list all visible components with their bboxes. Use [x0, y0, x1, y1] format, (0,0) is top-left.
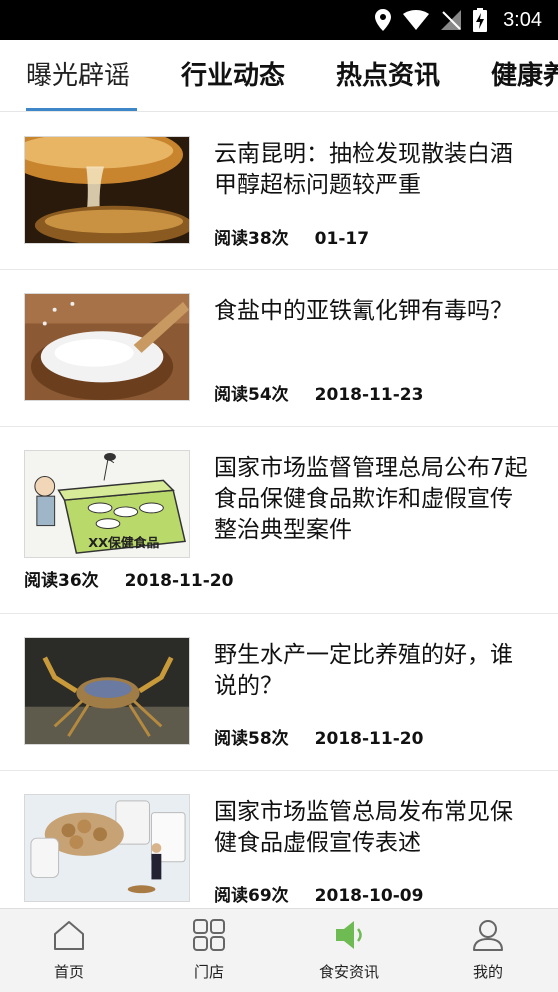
- publish-date: 01-17: [314, 229, 370, 249]
- status-bar: 3:04: [0, 0, 558, 40]
- nav-profile[interactable]: 我的: [438, 909, 538, 992]
- article-thumbnail: [24, 794, 190, 902]
- speaker-icon: [333, 919, 365, 951]
- active-tab-indicator: [26, 108, 137, 111]
- tab-exposure-rumor[interactable]: 曝光辟谣: [26, 40, 130, 111]
- publish-date: 2018-11-20: [314, 729, 424, 749]
- no-signal-icon: [441, 10, 462, 30]
- tab-hot-news[interactable]: 热点资讯: [336, 40, 440, 111]
- home-icon: [53, 919, 85, 951]
- publish-date: 2018-11-20: [124, 571, 234, 591]
- read-count: 阅读58次: [214, 729, 289, 749]
- read-count: 阅读38次: [214, 229, 289, 249]
- article-title[interactable]: 国家市场监督管理总局公布7起食品保健食品欺诈和虚假宣传整治典型案件: [214, 453, 530, 546]
- article-meta: 阅读69次 2018-10-09: [214, 881, 423, 906]
- nav-label: 食安资讯: [318, 963, 379, 981]
- status-icons: 3:04: [375, 0, 542, 40]
- nav-home[interactable]: 首页: [19, 909, 119, 992]
- article-thumbnail: XX保健食品: [24, 450, 190, 558]
- article-meta: 阅读54次 2018-11-23: [214, 380, 423, 405]
- location-icon: [375, 9, 392, 31]
- clock: 3:04: [503, 8, 542, 31]
- article-meta: 阅读38次 01-17: [214, 224, 369, 249]
- article-meta: 阅读36次 2018-11-20: [24, 566, 233, 591]
- battery-charging-icon: [473, 8, 488, 32]
- nav-food-safety-news[interactable]: 食安资讯: [299, 909, 399, 992]
- publish-date: 2018-11-23: [314, 385, 424, 405]
- article-title[interactable]: 食盐中的亚铁氰化钾有毒吗？: [214, 296, 530, 327]
- article-item[interactable]: 食盐中的亚铁氰化钾有毒吗？ 阅读54次 2018-11-23: [0, 270, 558, 427]
- article-thumbnail: [24, 637, 190, 745]
- nav-label: 门店: [193, 963, 224, 981]
- read-count: 阅读69次: [214, 886, 289, 906]
- category-tabs: 曝光辟谣 行业动态 热点资讯 健康养: [0, 40, 558, 112]
- publish-date: 2018-10-09: [314, 886, 424, 906]
- grid-icon: [193, 919, 225, 951]
- read-count: 阅读54次: [214, 385, 289, 405]
- article-title[interactable]: 国家市场监管总局发布常见保健食品虚假宣传表述: [214, 797, 530, 859]
- article-meta: 阅读58次 2018-11-20: [214, 724, 423, 749]
- read-count: 阅读36次: [24, 571, 99, 591]
- article-title[interactable]: 野生水产一定比养殖的好，谁说的？: [214, 640, 530, 702]
- article-item[interactable]: XX保健食品 国家市场监督管理总局公布7起食品保健食品欺诈和虚假宣传整治典型案件…: [0, 427, 558, 614]
- article-thumbnail: [24, 136, 190, 244]
- article-item[interactable]: 云南昆明：抽检发现散装白酒甲醇超标问题较严重 阅读38次 01-17: [0, 112, 558, 270]
- tab-industry-news[interactable]: 行业动态: [181, 40, 285, 111]
- nav-label: 首页: [53, 963, 84, 981]
- article-thumbnail: [24, 293, 190, 401]
- nav-stores[interactable]: 门店: [159, 909, 259, 992]
- article-item[interactable]: 野生水产一定比养殖的好，谁说的？ 阅读58次 2018-11-20: [0, 614, 558, 771]
- wifi-icon: [403, 10, 430, 30]
- tab-health[interactable]: 健康养: [491, 40, 558, 111]
- thumbnail-caption: XX保健食品: [88, 535, 159, 551]
- bottom-navigation: 首页 门店 食安资讯 我的: [0, 908, 558, 992]
- nav-label: 我的: [472, 963, 503, 981]
- user-icon: [472, 919, 504, 951]
- article-title[interactable]: 云南昆明：抽检发现散装白酒甲醇超标问题较严重: [214, 139, 530, 201]
- article-item[interactable]: 国家市场监管总局发布常见保健食品虚假宣传表述 阅读69次 2018-10-09: [0, 771, 558, 908]
- article-list[interactable]: 云南昆明：抽检发现散装白酒甲醇超标问题较严重 阅读38次 01-17 食盐中的亚铁…: [0, 112, 558, 908]
